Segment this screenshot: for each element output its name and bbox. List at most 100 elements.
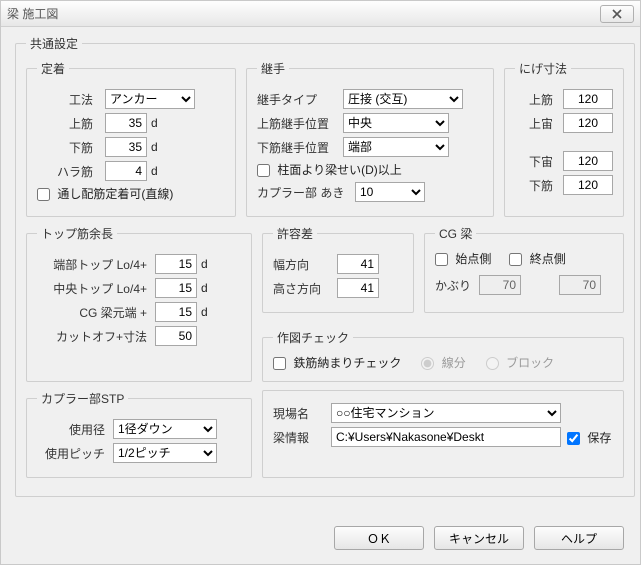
rebar-fit-checkbox[interactable] — [273, 357, 286, 370]
upper-joint-pos-select[interactable]: 中央 — [343, 113, 449, 133]
lower-bar-label: 下筋 — [37, 139, 93, 156]
nige-upper-input[interactable] — [563, 89, 613, 109]
cg-end-checkbox-label[interactable]: 終点側 — [509, 250, 565, 267]
upper-bar-unit: d — [151, 116, 158, 130]
fixation-legend: 定着 — [37, 60, 69, 77]
center-top-input[interactable] — [155, 278, 197, 298]
top-suji-group: トップ筋余長 端部トップ Lo/4+ d 中央トップ Lo/4+ d CG 梁元… — [26, 225, 252, 382]
center-top-unit: d — [201, 281, 208, 295]
save-checkbox[interactable] — [567, 432, 580, 445]
method-select[interactable]: アンカー — [105, 89, 195, 109]
fixation-group: 定着 工法 アンカー 上筋 d 下筋 d — [26, 60, 236, 217]
close-button[interactable] — [600, 5, 634, 23]
joint-legend: 継手 — [257, 60, 289, 77]
site-info-group: 現場名 ○○住宅マンション 梁情報 保存 — [262, 390, 624, 478]
window-title: 梁 施工図 — [7, 5, 600, 22]
nige-lower-input[interactable] — [563, 175, 613, 195]
beam-info-input[interactable] — [331, 427, 561, 447]
draw-check-legend: 作図チェック — [273, 329, 353, 346]
upper-bar-label: 上筋 — [37, 115, 93, 132]
pitch-select[interactable]: 1/2ピッチ — [113, 443, 217, 463]
pillar-checkbox-label[interactable]: 柱面より梁せい(D)以上 — [257, 161, 402, 178]
radio-block-label: ブロック — [486, 354, 554, 371]
nige-legend: にげ寸法 — [515, 60, 571, 77]
nige-upper-air-input[interactable] — [563, 113, 613, 133]
save-checkbox-label[interactable]: 保存 — [567, 429, 611, 446]
nige-upper-air-label: 上宙 — [515, 115, 553, 132]
upper-bar-input[interactable] — [105, 113, 147, 133]
common-legend: 共通設定 — [26, 35, 82, 52]
tol-width-input[interactable] — [337, 254, 379, 274]
cg-beam-end-label: CG 梁元端 + — [37, 304, 147, 321]
beam-info-label: 梁情報 — [273, 429, 323, 446]
cg-beam-group: CG 梁 始点側 終点側 — [424, 225, 624, 313]
cancel-button[interactable]: キャンセル — [434, 526, 524, 550]
radio-line-label: 線分 — [421, 354, 465, 371]
edge-top-unit: d — [201, 257, 208, 271]
joint-group: 継手 継手タイプ 圧接 (交互) 上筋継手位置 中央 下筋継手位置 端部 — [246, 60, 494, 217]
pitch-label: 使用ピッチ — [37, 445, 105, 462]
draw-check-group: 作図チェック 鉄筋納まりチェック 線分 — [262, 329, 624, 382]
dia-label: 使用径 — [37, 421, 105, 438]
edge-top-input[interactable] — [155, 254, 197, 274]
radio-line-text: 線分 — [442, 356, 466, 370]
titlebar: 梁 施工図 — [1, 1, 640, 27]
site-name-select[interactable]: ○○住宅マンション — [331, 403, 561, 423]
cg-beam-legend: CG 梁 — [435, 225, 476, 242]
radio-block — [486, 357, 499, 370]
through-text: 通し配筋定着可(直線) — [57, 187, 173, 201]
ok-button[interactable]: ＯＫ — [334, 526, 424, 550]
nige-lower-air-input[interactable] — [563, 151, 613, 171]
tol-height-input[interactable] — [337, 278, 379, 298]
top-suji-legend: トップ筋余長 — [37, 225, 117, 242]
kaburi-start-input — [479, 275, 521, 295]
coupler-gap-select[interactable]: 10 — [355, 182, 425, 202]
cg-start-checkbox[interactable] — [435, 253, 448, 266]
coupler-stp-group: カプラー部STP 使用径 1径ダウン 使用ピッチ 1/2ピッチ — [26, 390, 252, 478]
dialog: 梁 施工図 共通設定 定着 工法 アンカー 上筋 d — [0, 0, 641, 565]
nige-upper-label: 上筋 — [515, 91, 553, 108]
through-checkbox-label[interactable]: 通し配筋定着可(直線) — [37, 185, 173, 202]
coupler-gap-label: カプラー部 あき — [257, 184, 349, 201]
cg-beam-end-input[interactable] — [155, 302, 197, 322]
joint-type-select[interactable]: 圧接 (交互) — [343, 89, 463, 109]
lower-joint-pos-label: 下筋継手位置 — [257, 139, 337, 156]
kaburi-label: かぶり — [435, 277, 471, 294]
cg-beam-end-unit: d — [201, 305, 208, 319]
lower-joint-pos-select[interactable]: 端部 — [343, 137, 449, 157]
upper-joint-pos-label: 上筋継手位置 — [257, 115, 337, 132]
nige-lower-label: 下筋 — [515, 177, 553, 194]
common-settings-group: 共通設定 定着 工法 アンカー 上筋 d 下筋 — [15, 35, 635, 497]
rebar-fit-checkbox-label[interactable]: 鉄筋納まりチェック — [273, 354, 401, 371]
cutoff-input[interactable] — [155, 326, 197, 346]
lower-bar-unit: d — [151, 140, 158, 154]
button-bar: ＯＫ キャンセル ヘルプ — [334, 526, 624, 550]
dia-select[interactable]: 1径ダウン — [113, 419, 217, 439]
tol-width-label: 幅方向 — [273, 256, 329, 273]
hara-unit: d — [151, 164, 158, 178]
hara-label: ハラ筋 — [37, 163, 93, 180]
pillar-checkbox[interactable] — [257, 164, 270, 177]
coupler-stp-legend: カプラー部STP — [37, 390, 128, 407]
nige-group: にげ寸法 上筋 上宙 下宙 下筋 — [504, 60, 624, 217]
help-button[interactable]: ヘルプ — [534, 526, 624, 550]
rebar-fit-text: 鉄筋納まりチェック — [293, 356, 401, 370]
cg-start-checkbox-label[interactable]: 始点側 — [435, 250, 491, 267]
save-text: 保存 — [587, 431, 611, 445]
site-name-label: 現場名 — [273, 405, 323, 422]
cg-start-text: 始点側 — [455, 252, 491, 266]
tol-height-label: 高さ方向 — [273, 280, 329, 297]
lower-bar-input[interactable] — [105, 137, 147, 157]
nige-lower-air-label: 下宙 — [515, 153, 553, 170]
kaburi-end-input — [559, 275, 601, 295]
cutoff-label: カットオフ+寸法 — [37, 328, 147, 345]
hara-input[interactable] — [105, 161, 147, 181]
cg-end-checkbox[interactable] — [509, 253, 522, 266]
radio-block-text: ブロック — [506, 356, 554, 370]
edge-top-label: 端部トップ Lo/4+ — [37, 256, 147, 273]
method-label: 工法 — [37, 91, 93, 108]
close-icon — [612, 9, 622, 19]
radio-line — [421, 357, 434, 370]
through-checkbox[interactable] — [37, 188, 50, 201]
joint-type-label: 継手タイプ — [257, 91, 337, 108]
